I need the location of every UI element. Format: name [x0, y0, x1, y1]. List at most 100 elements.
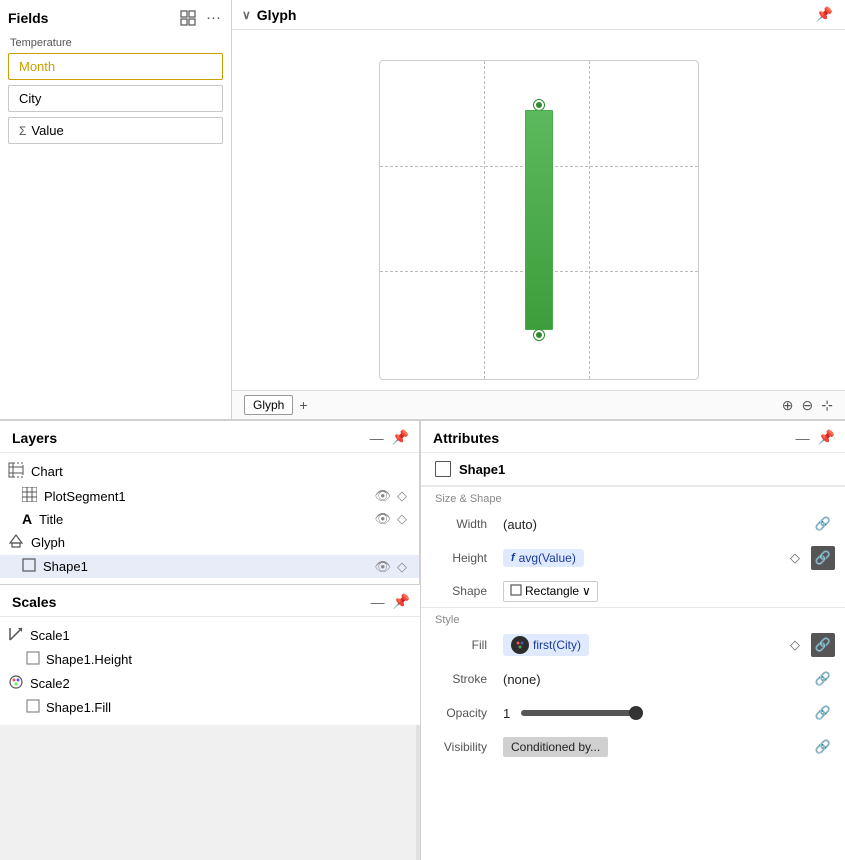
layers-minimize-icon[interactable]: —	[370, 430, 384, 446]
attr-fill-label: Fill	[435, 638, 495, 652]
attr-visibility-link-icon[interactable]: 🔗	[811, 735, 835, 759]
scales-header-icons: — 📌	[371, 593, 410, 610]
glyph-tab[interactable]: Glyph	[244, 395, 293, 415]
attr-size-shape-label: Size & Shape	[421, 487, 845, 507]
fields-panel: Fields ··· Temperature Month City	[0, 0, 232, 420]
field-city-label: City	[19, 91, 41, 106]
scale-item-scale1[interactable]: Scale1	[0, 623, 420, 648]
glyph-tabs: Glyph +	[244, 395, 308, 415]
shape1-edit-icon[interactable]: ◇	[397, 559, 407, 575]
layer-title-label: Title	[39, 512, 370, 527]
zoom-in-icon[interactable]: ⊕	[782, 397, 794, 414]
glyph-toolbar: Glyph + ⊕ ⊖ ⊹	[232, 390, 845, 419]
attr-height-clear-icon[interactable]: ◇	[783, 546, 807, 570]
attr-opacity-label: Opacity	[435, 706, 495, 720]
zoom-out-icon[interactable]: ⊖	[802, 397, 814, 414]
layer-plotsegment1-actions: 👁 ◇	[374, 488, 407, 504]
attr-pin-icon[interactable]: 📌	[818, 429, 835, 446]
glyph-bar	[525, 110, 553, 330]
attr-visibility-value: Conditioned by...	[503, 737, 803, 757]
attr-stroke-link-icon[interactable]: 🔗	[811, 667, 835, 691]
attr-minimize-icon[interactable]: —	[796, 430, 810, 446]
attr-shape-select[interactable]: Rectangle ∨	[503, 581, 598, 602]
grid-icon	[22, 487, 37, 505]
fields-header-icons: ···	[178, 8, 223, 27]
attributes-panel: Attributes — 📌 Shape1 Size & Shape Width…	[420, 420, 845, 860]
glyph-header: ∨ Glyph 📌	[232, 0, 845, 30]
text-icon: A	[22, 511, 32, 527]
shape-rect-small-icon	[510, 584, 522, 599]
scale-item-scale2[interactable]: Scale2	[0, 671, 420, 696]
attr-width-link-icon[interactable]: 🔗	[811, 512, 835, 536]
attr-visibility-label: Visibility	[435, 740, 495, 754]
attr-header-icons: — 📌	[796, 429, 835, 446]
layer-item-title[interactable]: A Title 👁 ◇	[0, 508, 419, 530]
layer-item-glyph[interactable]: Glyph	[0, 530, 419, 555]
scales-header: Scales — 📌	[0, 585, 420, 617]
attr-height-func-icon: f	[511, 552, 515, 564]
field-item-city[interactable]: City	[8, 85, 223, 112]
layers-pin-icon[interactable]: 📌	[392, 429, 409, 446]
opacity-slider-thumb[interactable]	[629, 706, 643, 720]
title-eye-icon[interactable]: 👁	[374, 511, 391, 527]
attr-height-pill: f avg(Value)	[503, 549, 584, 567]
fields-more-icon[interactable]: ···	[204, 8, 223, 27]
attr-visibility-cond-btn[interactable]: Conditioned by...	[503, 737, 608, 757]
attr-shape-name-row: Shape1	[421, 453, 845, 486]
attr-width-label: Width	[435, 517, 495, 531]
scale-item-shape1fill[interactable]: Shape1.Fill	[0, 696, 420, 719]
attr-stroke-value: (none)	[503, 672, 803, 687]
scale1-label: Scale1	[30, 628, 408, 643]
chevron-down-icon: ∨	[582, 584, 591, 598]
grid-v-2	[589, 61, 590, 379]
glyph-dot-top	[534, 100, 544, 110]
field-value-label: Value	[31, 123, 63, 138]
plotsegment1-edit-icon[interactable]: ◇	[397, 488, 407, 504]
attr-row-visibility: Visibility Conditioned by... 🔗	[421, 730, 845, 764]
attr-opacity-text: 1	[503, 706, 517, 721]
layer-tree: Chart PlotSegment1	[0, 453, 419, 584]
attr-stroke-text: (none)	[503, 672, 541, 687]
fields-header: Fields ···	[8, 8, 223, 27]
field-item-month[interactable]: Month	[8, 53, 223, 80]
scale2-palette-icon	[8, 674, 24, 693]
plotsegment1-eye-icon[interactable]: 👁	[374, 488, 391, 504]
attr-row-stroke: Stroke (none) 🔗	[421, 662, 845, 696]
layers-title: Layers	[12, 430, 57, 446]
grid-v-1	[484, 61, 485, 379]
layer-item-chart[interactable]: Chart	[0, 459, 419, 484]
attr-height-text: avg(Value)	[519, 551, 576, 565]
attr-visibility-icons: 🔗	[811, 735, 835, 759]
scales-tree: Scale1 Shape1.Height	[0, 617, 420, 725]
shape1-eye-icon[interactable]: 👁	[374, 559, 391, 575]
layer-item-shape1[interactable]: Shape1 👁 ◇	[0, 555, 419, 578]
layer-item-plotsegment1[interactable]: PlotSegment1 👁 ◇	[0, 484, 419, 508]
attr-height-icons: ◇ 🔗	[783, 546, 835, 570]
zoom-reset-icon[interactable]: ⊹	[821, 397, 833, 414]
layers-header-icons: — 📌	[370, 429, 409, 446]
field-item-value[interactable]: Σ Value	[8, 117, 223, 144]
opacity-slider-track[interactable]	[521, 710, 641, 716]
glyph-canvas-inner	[379, 60, 699, 380]
glyph-pin-icon[interactable]: 📌	[816, 6, 833, 23]
glyph-collapse-icon[interactable]: ∨	[242, 8, 251, 22]
attr-opacity-link-icon[interactable]: 🔗	[811, 701, 835, 725]
attr-height-link-icon[interactable]: 🔗	[811, 546, 835, 570]
scale-item-shape1height[interactable]: Shape1.Height	[0, 648, 420, 671]
scales-pin-icon[interactable]: 📌	[393, 593, 410, 610]
attr-style-label: Style	[421, 608, 845, 628]
attr-fill-clear-icon[interactable]: ◇	[783, 633, 807, 657]
fields-grid-icon[interactable]	[178, 9, 198, 27]
glyph-add-icon[interactable]: +	[299, 397, 307, 413]
attr-shape-label: Shape	[435, 584, 495, 598]
layer-plotsegment1-label: PlotSegment1	[44, 489, 370, 504]
attr-stroke-label: Stroke	[435, 672, 495, 686]
attr-header: Attributes — 📌	[421, 421, 845, 453]
attr-fill-link-icon[interactable]: 🔗	[811, 633, 835, 657]
scales-minimize-icon[interactable]: —	[371, 594, 385, 610]
title-edit-icon[interactable]: ◇	[397, 511, 407, 527]
attr-title: Attributes	[433, 430, 499, 446]
attr-shape-value: Rectangle ∨	[503, 581, 835, 602]
attr-fill-icons: ◇ 🔗	[783, 633, 835, 657]
glyph-title: Glyph	[257, 7, 297, 23]
